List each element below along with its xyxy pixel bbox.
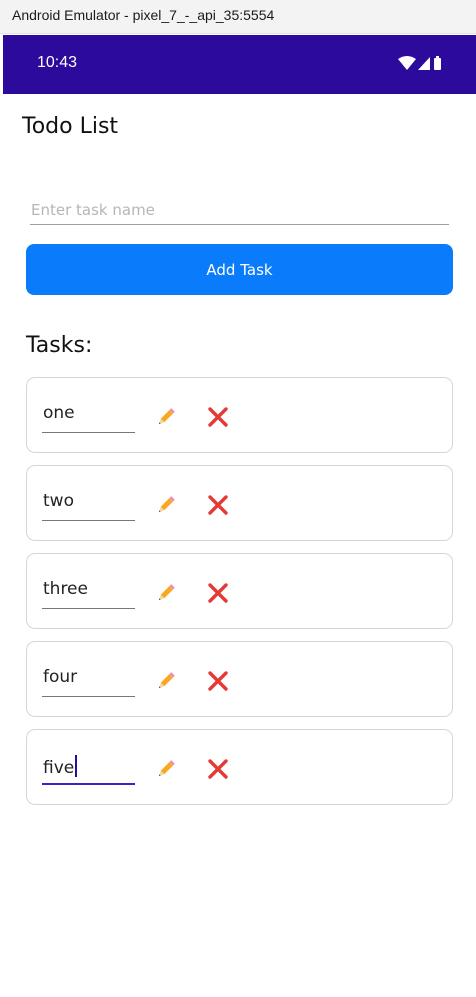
task-card: two: [26, 465, 453, 541]
task-text: three: [43, 579, 88, 599]
task-text: five: [43, 758, 75, 778]
close-x-icon[interactable]: [207, 582, 229, 604]
task-text: four: [43, 667, 78, 687]
status-icons: [398, 55, 450, 73]
pencil-icon[interactable]: [155, 406, 177, 428]
task-name-input[interactable]: [30, 195, 450, 224]
status-time: 10:43: [37, 54, 78, 71]
pencil-icon[interactable]: [155, 670, 177, 692]
status-bar: 10:43: [3, 35, 476, 94]
page-title: Todo List: [22, 114, 119, 139]
task-name-field[interactable]: [30, 195, 450, 225]
pencil-icon[interactable]: [155, 494, 177, 516]
task-text: one: [43, 403, 75, 423]
phone-screen: 10:43 Todo List Add Task Tasks:: [3, 35, 476, 997]
task-text-field[interactable]: three: [42, 575, 135, 609]
task-text-field[interactable]: five: [42, 751, 135, 785]
task-text-field[interactable]: two: [42, 487, 135, 521]
tasks-heading: Tasks:: [26, 333, 93, 358]
task-text-focused: five: [43, 755, 78, 778]
task-text: two: [43, 491, 74, 511]
emulator-titlebar: Android Emulator - pixel_7_-_api_35:5554: [0, 0, 476, 34]
battery-icon: [434, 56, 441, 70]
window-title: Android Emulator - pixel_7_-_api_35:5554: [12, 7, 275, 23]
close-x-icon[interactable]: [207, 670, 229, 692]
text-caret: [75, 755, 78, 777]
close-x-icon[interactable]: [207, 406, 229, 428]
task-card: three: [26, 553, 453, 629]
task-card: five: [26, 729, 453, 805]
task-card: one: [26, 377, 453, 453]
signal-icon: [418, 57, 430, 70]
add-task-button[interactable]: Add Task: [26, 244, 453, 295]
pencil-icon[interactable]: [155, 582, 177, 604]
pencil-icon[interactable]: [155, 758, 177, 780]
task-card: four: [26, 641, 453, 717]
task-text-field[interactable]: four: [42, 663, 135, 697]
wifi-icon: [398, 56, 416, 70]
close-x-icon[interactable]: [207, 494, 229, 516]
task-text-field[interactable]: one: [42, 399, 135, 433]
close-x-icon[interactable]: [207, 758, 229, 780]
